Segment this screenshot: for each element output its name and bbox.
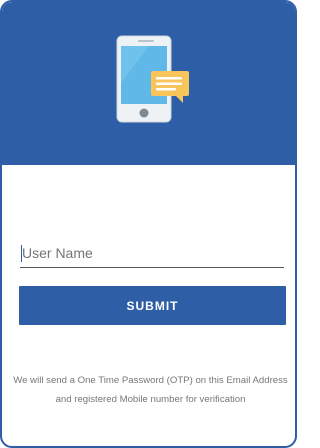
header-banner xyxy=(2,2,295,165)
otp-info-text: We will send a One Time Password (OTP) o… xyxy=(13,375,288,405)
otp-form: SUBMIT We will send a One Time Password … xyxy=(2,165,295,446)
otp-card: SUBMIT We will send a One Time Password … xyxy=(0,0,297,448)
submit-button[interactable]: SUBMIT xyxy=(19,286,286,325)
text-cursor xyxy=(21,245,22,262)
phone-with-message-icon xyxy=(116,35,189,123)
username-input[interactable] xyxy=(20,241,284,268)
